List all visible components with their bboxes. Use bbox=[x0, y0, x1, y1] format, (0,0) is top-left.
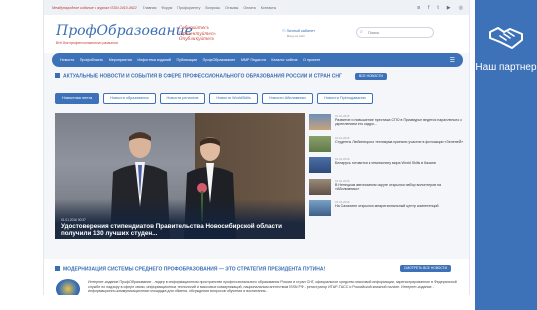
nav-item-teacher[interactable]: ММР Педагога bbox=[241, 58, 266, 62]
nav-item-events[interactable]: Мероприятия bbox=[109, 58, 132, 62]
slogan: Собирайтесь Презентуйтесь Опубликуйтесь bbox=[179, 25, 216, 41]
search-input[interactable] bbox=[356, 27, 434, 38]
news-section-title: АКТУАЛЬНЫЕ НОВОСТИ И СОБЫТИЯ В СФЕРЕ ПРО… bbox=[55, 73, 342, 80]
logo-subtitle: Всё для профессионального развития bbox=[56, 41, 118, 45]
news-tabs: Новостная лента Новости образования Ново… bbox=[55, 93, 373, 104]
about-text: Интернет-издание ПрофОбразование - лидер… bbox=[88, 280, 457, 294]
square-bullet-icon bbox=[55, 73, 60, 78]
nav-item-publications[interactable]: Публикации bbox=[176, 58, 197, 62]
tab-region-news[interactable]: Новости регионов bbox=[159, 93, 206, 104]
modernization-title-text: МОДЕРНИЗАЦИЯ СИСТЕМЫ СРЕДНЕГО ПРОФОБРАЗО… bbox=[63, 266, 326, 273]
social-links: в f t ▶ ◎ bbox=[417, 5, 463, 11]
news-list: 01.01.2016 Развитие и повышение престижа… bbox=[309, 113, 467, 221]
partner-banner[interactable]: Наш партнер bbox=[475, 0, 537, 310]
news-title[interactable]: В Ненецком автономном округе открылся на… bbox=[335, 183, 465, 192]
news-thumbnail bbox=[309, 200, 331, 216]
hero-news-card[interactable]: 01.01.2016 00:37 Удостоверения стипендиа… bbox=[55, 113, 305, 239]
tab-news-feed[interactable]: Новостная лента bbox=[55, 93, 100, 104]
modernization-title: МОДЕРНИЗАЦИЯ СИСТЕМЫ СРЕДНЕГО ПРОФОБРАЗО… bbox=[55, 266, 325, 273]
news-thumbnail bbox=[309, 135, 331, 152]
news-section-title-text: АКТУАЛЬНЫЕ НОВОСТИ И СОБЫТИЯ В СФЕРЕ ПРО… bbox=[63, 73, 342, 80]
list-item[interactable]: 01.01.2016 Беларусь готовится к чемпиона… bbox=[309, 156, 467, 177]
hero-date: 01.01.2016 00:37 bbox=[61, 218, 86, 222]
hero-caption[interactable]: Удостоверения стипендиатов Правительства… bbox=[61, 223, 301, 237]
personal-cabinet-link[interactable]: ⚇ Личный кабинет bbox=[282, 28, 315, 33]
news-thumbnail bbox=[309, 157, 331, 173]
screenshot-frame: Международное издание • журнал ISSN 2410… bbox=[0, 0, 537, 310]
news-thumbnail bbox=[309, 178, 331, 195]
list-item[interactable]: 01.01.2016 Студенты Любинецкого техникум… bbox=[309, 135, 467, 156]
top-link-contacts[interactable]: Контакты bbox=[261, 6, 277, 10]
news-title[interactable]: Развитие и повышение престижа СПО в Приа… bbox=[335, 118, 465, 127]
list-item[interactable]: 01.01.2016 В Ненецком автономном округе … bbox=[309, 178, 467, 199]
hamburger-icon[interactable]: ☰ bbox=[450, 57, 455, 64]
website-page: Международное издание • журнал ISSN 2410… bbox=[43, 0, 470, 295]
youtube-icon[interactable]: ▶ bbox=[447, 5, 451, 11]
tab-education-news[interactable]: Новости образования bbox=[103, 93, 156, 104]
emblem-icon bbox=[56, 279, 80, 295]
tab-worldskills-news[interactable]: Новости WorldSkills bbox=[209, 93, 258, 104]
handshake-icon bbox=[489, 27, 523, 49]
tab-teaching-news[interactable]: Новости Преподавания bbox=[317, 93, 373, 104]
top-link-questions[interactable]: Вопросы bbox=[205, 6, 220, 10]
top-strip: Международное издание • журнал ISSN 2410… bbox=[44, 0, 469, 15]
top-link-home[interactable]: Главная bbox=[143, 6, 157, 10]
news-title[interactable]: Студенты Любинецкого техникума приняли у… bbox=[335, 140, 465, 144]
square-bullet-icon bbox=[55, 266, 60, 271]
nav-item-catalog[interactable]: Каталог сайтов bbox=[271, 58, 297, 62]
site-header: ПрофОбразование Всё для профессиональног… bbox=[44, 15, 469, 53]
nav-item-news[interactable]: Новости bbox=[60, 58, 74, 62]
facebook-icon[interactable]: f bbox=[428, 5, 429, 11]
vk-icon[interactable]: в bbox=[417, 5, 420, 11]
main-nav: Новости Профобласть Мероприятия Инфогтек… bbox=[52, 53, 463, 67]
site-logo[interactable]: ПрофОбразование bbox=[56, 23, 193, 39]
nav-item-profobrazovanie[interactable]: ПрофОбразование bbox=[203, 58, 236, 62]
nav-item-about[interactable]: О проекте bbox=[303, 58, 320, 62]
list-item[interactable]: 01.01.2016 Развитие и повышение престижа… bbox=[309, 113, 467, 134]
top-link-forum[interactable]: Форум bbox=[161, 6, 172, 10]
instagram-icon[interactable]: ◎ bbox=[459, 5, 463, 11]
see-all-news-button[interactable]: СМОТРЕТЬ ВСЕ НОВОСТИ bbox=[400, 265, 451, 272]
nav-item-library[interactable]: Инфогтека изданий bbox=[137, 58, 171, 62]
news-thumbnail bbox=[309, 114, 331, 130]
cabinet-label: Личный кабинет bbox=[286, 29, 316, 33]
all-news-button[interactable]: ВСЕ НОВОСТИ bbox=[355, 73, 387, 80]
partner-label: Наш партнер bbox=[475, 62, 537, 73]
twitter-icon[interactable]: t bbox=[437, 5, 438, 11]
issn-label: Международное издание • журнал ISSN 2410… bbox=[52, 5, 137, 10]
news-title[interactable]: Беларусь готовится к чемпионату мира Wor… bbox=[335, 161, 465, 165]
top-link-career[interactable]: Профориенту bbox=[177, 6, 200, 10]
nav-item-profarea[interactable]: Профобласть bbox=[80, 58, 103, 62]
news-title[interactable]: На Сахалине открылся межрегиональный цен… bbox=[335, 204, 465, 208]
list-item[interactable]: 01.01.2016 На Сахалине открылся межрегио… bbox=[309, 199, 467, 220]
top-link-payment[interactable]: Оплата bbox=[243, 6, 255, 10]
tab-abilympics-news[interactable]: Новости Абилимпикс bbox=[261, 93, 314, 104]
top-link-reviews[interactable]: Отзывы bbox=[225, 6, 238, 10]
login-link[interactable]: Вход на сайт bbox=[287, 34, 305, 38]
search-icon: ⌕ bbox=[360, 29, 363, 35]
